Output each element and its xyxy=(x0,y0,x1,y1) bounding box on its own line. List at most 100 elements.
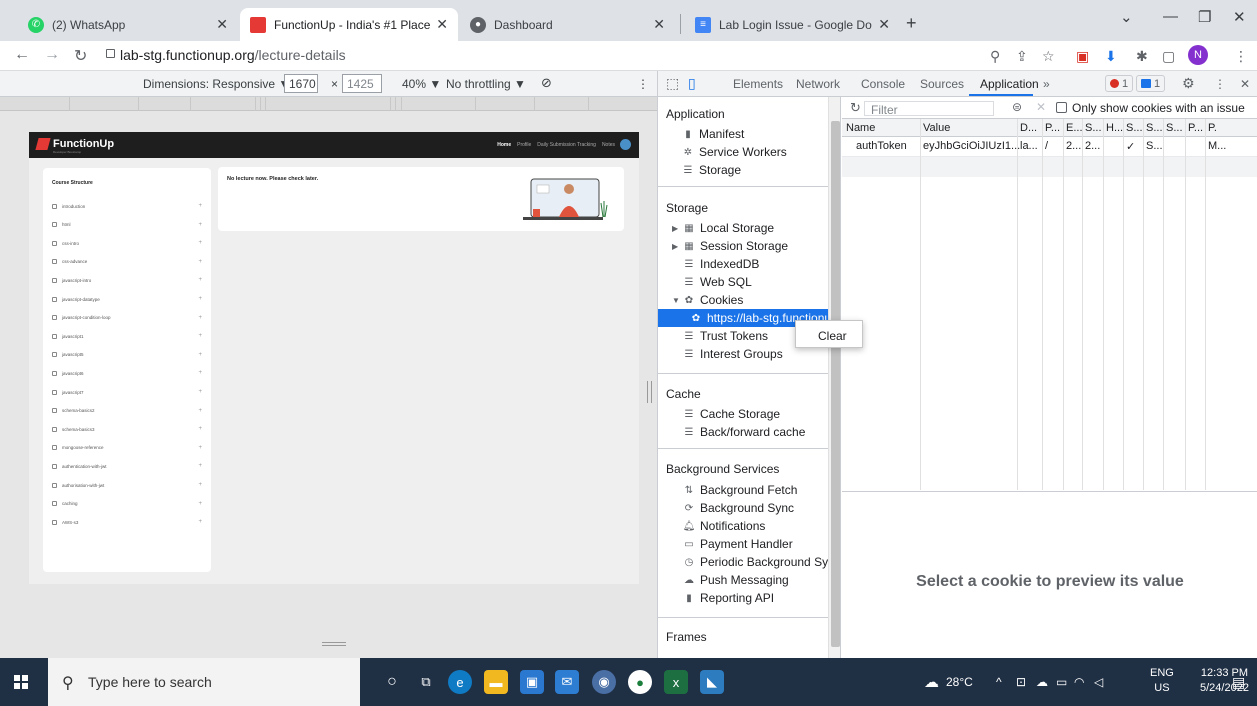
tab-network[interactable]: Network xyxy=(796,77,840,91)
tray-expand-icon[interactable]: ^ xyxy=(996,658,1002,706)
menu-kebab-icon[interactable]: ⋮ xyxy=(1234,48,1248,65)
collapse-arrow-icon[interactable]: ▼ xyxy=(672,296,680,305)
column-header[interactable]: S... xyxy=(1085,122,1102,134)
lock-icon[interactable] xyxy=(106,49,115,58)
resize-grip-horizontal[interactable] xyxy=(322,642,346,646)
expand-arrow-icon[interactable]: ▶ xyxy=(672,242,680,251)
column-header[interactable]: H... xyxy=(1106,122,1123,134)
back-button[interactable]: ← xyxy=(14,46,30,64)
photos-icon[interactable]: ◣ xyxy=(700,670,724,694)
nav-home[interactable]: Home xyxy=(497,142,511,148)
expand-plus-icon[interactable]: + xyxy=(198,333,202,339)
extension-icon[interactable]: ▣ xyxy=(1076,48,1089,65)
sidebar-item-web-sql[interactable]: ☰ Web SQL xyxy=(658,273,828,291)
course-item[interactable]: css-intro + xyxy=(52,238,202,248)
course-item[interactable]: javascript7 + xyxy=(52,387,202,397)
edge-icon[interactable]: e xyxy=(448,670,472,694)
file-explorer-icon[interactable]: ▬ xyxy=(484,670,508,694)
dimensions-dropdown[interactable]: Dimensions: Responsive ▼ xyxy=(143,77,290,91)
zoom-icon[interactable]: ⚲ xyxy=(990,48,1000,65)
weather-icon[interactable]: ☁ xyxy=(924,658,939,706)
battery-icon[interactable]: ▭ xyxy=(1056,658,1067,706)
close-window-button[interactable]: ✕ xyxy=(1233,8,1246,26)
share-icon[interactable]: ⇪ xyxy=(1016,48,1028,65)
delete-selected-icon[interactable]: ✕ xyxy=(1036,100,1046,114)
address-bar[interactable]: lab-stg.functionup.org/lecture-details xyxy=(120,47,346,63)
course-item[interactable]: javascript-condition-loop + xyxy=(52,313,202,323)
tab-whatsapp[interactable]: ✆ (2) WhatsApp ✕ xyxy=(18,8,238,41)
new-tab-button[interactable]: + xyxy=(906,13,917,34)
column-header[interactable]: S... xyxy=(1146,122,1163,134)
mail-icon[interactable]: ✉ xyxy=(555,670,579,694)
close-icon[interactable]: ✕ xyxy=(216,16,228,33)
expand-plus-icon[interactable]: + xyxy=(198,463,202,469)
expand-arrow-icon[interactable]: ▶ xyxy=(672,224,680,233)
throttling-dropdown[interactable]: No throttling ▼ xyxy=(446,77,526,91)
sidebar-item-cache-storage[interactable]: ☰ Cache Storage xyxy=(658,405,828,423)
settings-gear-icon[interactable]: ⚙ xyxy=(1182,75,1195,92)
sidebar-item-periodic-background-sync[interactable]: ◷ Periodic Background Sync xyxy=(658,553,828,571)
zoom-dropdown[interactable]: 40% ▼ xyxy=(402,77,441,91)
tab-dashboard[interactable]: ● Dashboard ✕ xyxy=(460,8,675,41)
close-icon[interactable]: ✕ xyxy=(878,16,890,33)
tab-search-icon[interactable]: ⌄ xyxy=(1120,8,1133,26)
app-icon[interactable]: ● xyxy=(628,670,652,694)
expand-plus-icon[interactable]: + xyxy=(198,315,202,321)
sidebar-item-storage[interactable]: ☰ Storage xyxy=(658,161,828,179)
profile-avatar[interactable]: N xyxy=(1188,45,1208,65)
reload-button[interactable]: ↻ xyxy=(74,46,87,66)
store-icon[interactable]: ▣ xyxy=(520,670,544,694)
filter-input[interactable]: Filter xyxy=(864,101,994,117)
close-icon[interactable]: ✕ xyxy=(653,16,665,33)
course-item[interactable]: caching + xyxy=(52,499,202,509)
maximize-button[interactable]: ❐ xyxy=(1198,8,1211,26)
column-header[interactable]: P. xyxy=(1208,122,1217,134)
course-item[interactable]: schema-basics3 + xyxy=(52,424,202,434)
course-item[interactable]: AWS-s3 + xyxy=(52,517,202,527)
tab-elements[interactable]: Elements xyxy=(733,77,783,91)
device-toggle-icon[interactable]: ▯ xyxy=(688,75,696,92)
course-item[interactable]: javascript1 + xyxy=(52,331,202,341)
column-header[interactable]: E... xyxy=(1066,122,1083,134)
user-avatar[interactable] xyxy=(620,139,631,150)
nav-daily-submission[interactable]: Daily Submission Tracking xyxy=(537,142,596,148)
chrome-icon[interactable]: ◉ xyxy=(592,670,616,694)
taskbar-search[interactable]: ⚲ Type here to search xyxy=(48,658,360,706)
course-item[interactable]: css-advance + xyxy=(52,257,202,267)
extensions-puzzle-icon[interactable]: ✱ xyxy=(1136,48,1148,65)
column-header[interactable]: P... xyxy=(1045,122,1060,134)
height-input[interactable]: 1425 xyxy=(342,74,382,93)
language-indicator[interactable]: ENG US xyxy=(1150,666,1174,696)
expand-plus-icon[interactable]: + xyxy=(198,389,202,395)
sidebar-item-back-forward-cache[interactable]: ☰ Back/forward cache xyxy=(658,423,828,441)
sidebar-item-notifications[interactable]: 🔔︎ Notifications xyxy=(658,517,828,535)
expand-plus-icon[interactable]: + xyxy=(198,296,202,302)
tab-console[interactable]: Console xyxy=(861,77,905,91)
course-item[interactable]: introduction + xyxy=(52,201,202,211)
wifi-icon[interactable]: ◠ xyxy=(1074,658,1084,706)
rotate-icon[interactable]: ⊘ xyxy=(541,75,552,91)
sidebar-item-background-fetch[interactable]: ⇅ Background Fetch xyxy=(658,481,828,499)
sidebar-scrollbar[interactable] xyxy=(828,97,840,658)
scrollbar-thumb[interactable] xyxy=(831,121,840,647)
sidebar-item-manifest[interactable]: ▮ Manifest xyxy=(658,125,828,143)
course-item[interactable]: mongoose-reference + xyxy=(52,443,202,453)
expand-plus-icon[interactable]: + xyxy=(198,501,202,507)
task-view-icon[interactable]: ⧉ xyxy=(414,670,438,694)
sidebar-item-background-sync[interactable]: ⟳ Background Sync xyxy=(658,499,828,517)
tab-google-docs[interactable]: ≡ Lab Login Issue - Google Docs ✕ xyxy=(685,8,900,41)
sidebar-item-service-workers[interactable]: ✲ Service Workers xyxy=(658,143,828,161)
course-item[interactable]: schema-basics2 + xyxy=(52,406,202,416)
column-header[interactable]: Value xyxy=(923,122,950,134)
resize-grip-vertical[interactable] xyxy=(647,381,652,403)
site-logo[interactable]: FunctionUp xyxy=(35,138,114,150)
expand-plus-icon[interactable]: + xyxy=(198,240,202,246)
temperature[interactable]: 28°C xyxy=(946,658,973,706)
tab-sources[interactable]: Sources xyxy=(920,77,964,91)
sidebar-item-indexeddb[interactable]: ☰ IndexedDB xyxy=(658,255,828,273)
column-header[interactable]: Name xyxy=(846,122,875,134)
download-icon[interactable]: ⬇ xyxy=(1105,48,1117,65)
sidebar-item-cookies[interactable]: ▼ ✿ Cookies xyxy=(658,291,828,309)
devtools-close-icon[interactable]: ✕ xyxy=(1240,77,1250,91)
course-item[interactable]: authorisation-with-jwt + xyxy=(52,480,202,490)
